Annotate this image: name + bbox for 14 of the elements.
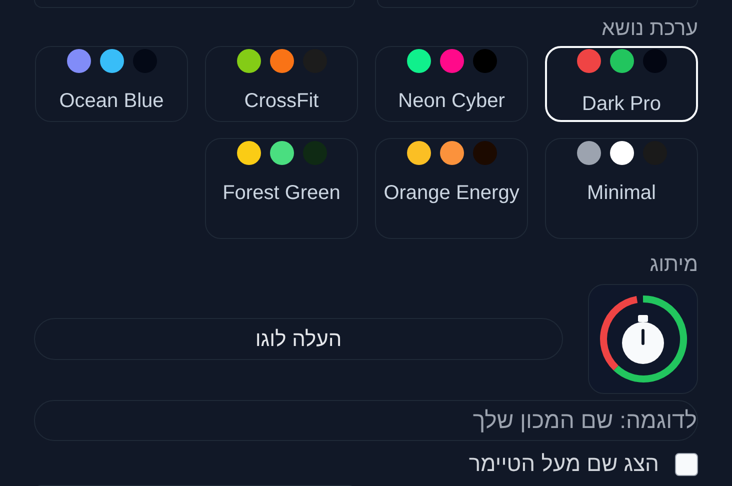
section-label: מיתוג [648,252,698,278]
input-field[interactable]: לדוגמה: שם המכון שלך [34,400,698,441]
theme-option[interactable]: Ocean Blue [35,46,188,122]
upload-logo-button[interactable]: העלה לוגו [34,318,563,360]
theme-option[interactable]: Dark Pro [545,46,698,122]
theme-option[interactable]: Neon Cyber [375,46,528,122]
theme-option[interactable]: Forest Green [205,138,358,239]
stopwatch-logo-icon [597,293,689,385]
theme-option[interactable]: Minimal [545,138,698,239]
section-label: ערכת נושא [600,16,698,42]
theme-option[interactable]: Orange Energy [375,138,528,239]
checkbox-label: הצג שם מעל הטיימר [468,451,659,477]
checkbox[interactable] [675,452,698,476]
theme-option[interactable]: CrossFit [205,46,358,122]
